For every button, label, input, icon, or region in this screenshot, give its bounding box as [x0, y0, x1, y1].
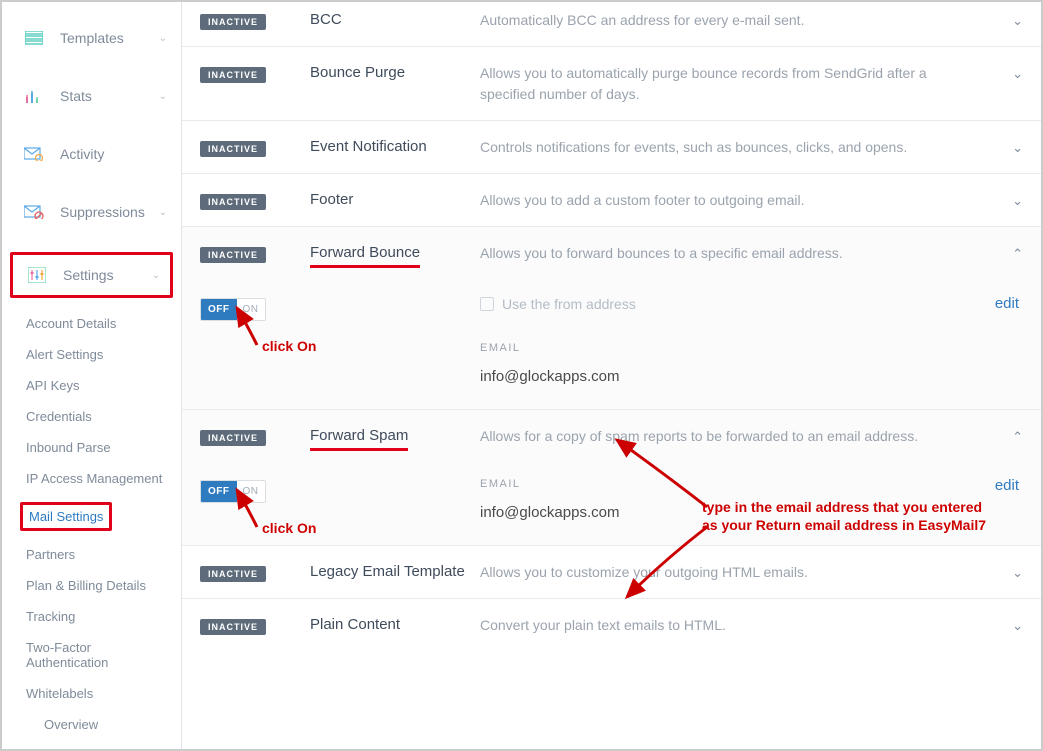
setting-description: Allows you to forward bounces to a speci… — [480, 243, 995, 263]
activity-icon — [24, 146, 44, 162]
sidebar-item-tracking[interactable]: Tracking — [24, 601, 181, 632]
sidebar-item-domains[interactable]: Domains — [42, 740, 181, 749]
chevron-down-icon: ⌄ — [159, 207, 167, 218]
sidebar: Templates ⌄ Stats ⌄ Activity Suppression… — [2, 2, 182, 749]
forward-spam-panel: OFF ON EMAIL info@glockapps.com edit cli… — [182, 462, 1041, 545]
chevron-down-icon[interactable]: ⌄ — [995, 137, 1023, 156]
chevron-down-icon[interactable]: ⌄ — [995, 63, 1023, 82]
settings-submenu: Account Details Alert Settings API Keys … — [2, 308, 181, 749]
setting-title: Footer — [310, 190, 480, 208]
sidebar-item-partners[interactable]: Partners — [24, 539, 181, 570]
edit-link[interactable]: edit — [995, 295, 1019, 312]
sidebar-item-ip-access[interactable]: IP Access Management — [24, 463, 181, 494]
chevron-up-icon[interactable]: ⌃ — [995, 243, 1023, 262]
chevron-up-icon[interactable]: ⌃ — [995, 426, 1023, 445]
toggle-off: OFF — [201, 481, 237, 502]
setting-row-footer[interactable]: INACTIVE Footer Allows you to add a cust… — [182, 173, 1041, 226]
sidebar-item-activity[interactable]: Activity — [2, 136, 181, 172]
setting-row-legacy-template[interactable]: INACTIVE Legacy Email Template Allows yo… — [182, 545, 1041, 598]
setting-row-event-notification[interactable]: INACTIVE Event Notification Controls not… — [182, 120, 1041, 173]
email-field-value: info@glockapps.com — [480, 368, 1023, 385]
status-badge: INACTIVE — [200, 67, 266, 83]
status-badge: INACTIVE — [200, 141, 266, 157]
setting-title: Legacy Email Template — [310, 562, 480, 580]
highlight-settings: Settings ⌄ — [10, 252, 173, 298]
setting-row-bounce-purge[interactable]: INACTIVE Bounce Purge Allows you to auto… — [182, 46, 1041, 120]
sidebar-item-inbound-parse[interactable]: Inbound Parse — [24, 432, 181, 463]
setting-row-bcc[interactable]: INACTIVE BCC Automatically BCC an addres… — [182, 2, 1041, 46]
setting-description: Allows you to customize your outgoing HT… — [480, 562, 995, 582]
chevron-down-icon[interactable]: ⌄ — [995, 562, 1023, 581]
sidebar-item-overview[interactable]: Overview — [42, 709, 181, 740]
sidebar-item-templates[interactable]: Templates ⌄ — [2, 20, 181, 56]
email-field-label: EMAIL — [480, 342, 1023, 354]
sidebar-item-account-details[interactable]: Account Details — [24, 308, 181, 339]
setting-row-forward-spam[interactable]: INACTIVE Forward Spam Allows for a copy … — [182, 409, 1041, 462]
chevron-down-icon[interactable]: ⌄ — [995, 190, 1023, 209]
sidebar-item-credentials[interactable]: Credentials — [24, 401, 181, 432]
setting-title: Forward Bounce — [310, 243, 480, 261]
toggle-on: ON — [237, 481, 265, 502]
chevron-down-icon[interactable]: ⌄ — [995, 615, 1023, 634]
sidebar-label: Templates — [60, 30, 159, 46]
setting-description: Controls notifications for events, such … — [480, 137, 995, 157]
setting-title: Forward Spam — [310, 426, 480, 444]
annotation-click-on: click On — [262, 520, 316, 536]
sidebar-item-two-factor[interactable]: Two-Factor Authentication — [24, 632, 181, 678]
status-badge: INACTIVE — [200, 566, 266, 582]
sidebar-item-stats[interactable]: Stats ⌄ — [2, 78, 181, 114]
chevron-down-icon: ⌄ — [159, 33, 167, 44]
setting-title: BCC — [310, 10, 480, 28]
setting-description: Allows you to automatically purge bounce… — [480, 63, 995, 104]
setting-description: Allows you to add a custom footer to out… — [480, 190, 995, 210]
chevron-down-icon: ⌄ — [159, 91, 167, 102]
chevron-down-icon[interactable]: ⌄ — [995, 10, 1023, 29]
sidebar-item-settings[interactable]: Settings ⌄ — [13, 255, 170, 295]
suppressions-icon — [24, 204, 44, 220]
toggle-off: OFF — [201, 299, 237, 320]
sidebar-item-plan-billing[interactable]: Plan & Billing Details — [24, 570, 181, 601]
email-field-label: EMAIL — [480, 478, 1023, 490]
sidebar-item-alert-settings[interactable]: Alert Settings — [24, 339, 181, 370]
sidebar-item-suppressions[interactable]: Suppressions ⌄ — [2, 194, 181, 230]
sidebar-label: Suppressions — [60, 204, 159, 220]
status-badge: INACTIVE — [200, 619, 266, 635]
setting-title: Plain Content — [310, 615, 480, 633]
sidebar-item-whitelabels[interactable]: Whitelabels — [24, 678, 181, 709]
toggle-forward-bounce[interactable]: OFF ON — [200, 298, 266, 321]
setting-description: Automatically BCC an address for every e… — [480, 10, 995, 30]
edit-link[interactable]: edit — [995, 477, 1019, 494]
sidebar-item-api-keys[interactable]: API Keys — [24, 370, 181, 401]
setting-description: Convert your plain text emails to HTML. — [480, 615, 995, 635]
checkbox-use-from[interactable] — [480, 297, 494, 311]
highlight-mail-settings: Mail Settings — [20, 502, 112, 531]
sidebar-label: Stats — [60, 88, 159, 104]
status-badge: INACTIVE — [200, 14, 266, 30]
use-from-label: Use the from address — [502, 296, 636, 312]
stats-icon — [24, 88, 44, 104]
sidebar-label: Settings — [63, 267, 152, 283]
sidebar-item-mail-settings[interactable]: Mail Settings — [24, 494, 181, 539]
status-badge: INACTIVE — [200, 194, 266, 210]
sidebar-label: Activity — [60, 146, 167, 162]
setting-title: Bounce Purge — [310, 63, 480, 81]
setting-title: Event Notification — [310, 137, 480, 155]
email-field-value: info@glockapps.com — [480, 504, 1023, 521]
setting-description: Allows for a copy of spam reports to be … — [480, 426, 995, 446]
status-badge: INACTIVE — [200, 247, 266, 263]
toggle-forward-spam[interactable]: OFF ON — [200, 480, 266, 503]
chevron-down-icon: ⌄ — [152, 270, 160, 281]
use-from-address-row: Use the from address — [480, 296, 1023, 312]
setting-row-plain-content[interactable]: INACTIVE Plain Content Convert your plai… — [182, 598, 1041, 651]
toggle-on: ON — [237, 299, 265, 320]
forward-bounce-panel: OFF ON Use the from address EMAIL info@g… — [182, 280, 1041, 409]
templates-icon — [24, 30, 44, 46]
setting-row-forward-bounce[interactable]: INACTIVE Forward Bounce Allows you to fo… — [182, 226, 1041, 279]
settings-icon — [27, 267, 47, 283]
status-badge: INACTIVE — [200, 430, 266, 446]
main-content: INACTIVE BCC Automatically BCC an addres… — [182, 2, 1041, 749]
